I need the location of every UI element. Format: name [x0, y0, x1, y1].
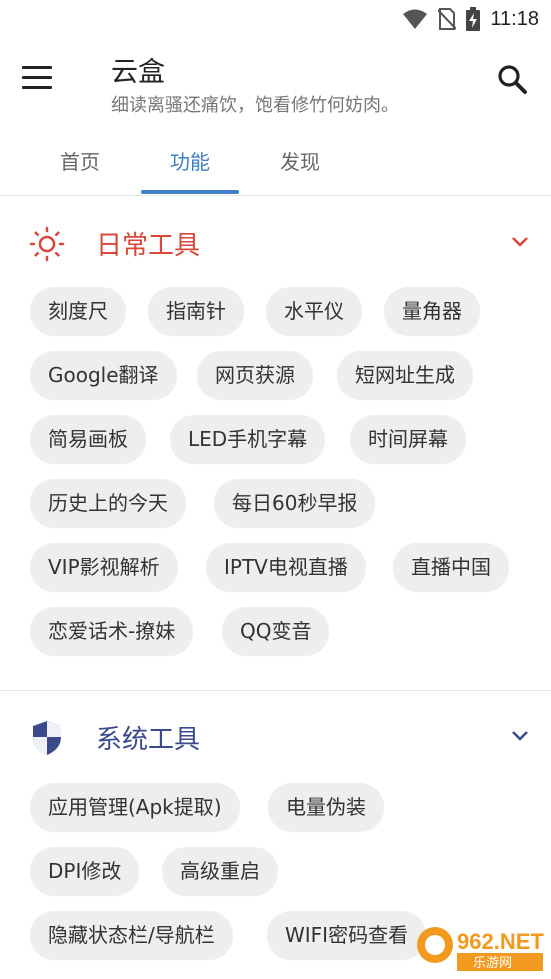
- chip-google-translate[interactable]: Google翻译: [30, 351, 177, 399]
- chip-qq-voice[interactable]: QQ变音: [222, 607, 330, 655]
- no-sim-icon: [438, 8, 457, 30]
- chip-web-source[interactable]: 网页获源: [197, 351, 313, 399]
- app-bar: 云盒 细读离骚还痛饮，饱看修竹何妨肉。: [0, 38, 551, 126]
- search-icon: [498, 65, 527, 94]
- chip-protractor[interactable]: 量角器: [384, 287, 480, 335]
- section-daily-tools: 日常工具 刻度尺 指南针 水平仪 量角器 Google翻译 网页获源 短网址生成…: [0, 197, 551, 655]
- app-title: 云盒: [111, 57, 165, 88]
- section-header-system-tools[interactable]: 系统工具: [0, 693, 551, 783]
- section-title-system-tools: 系统工具: [96, 725, 201, 755]
- section-header-daily-tools[interactable]: 日常工具: [0, 197, 551, 287]
- chip-led-subtitle[interactable]: LED手机字幕: [170, 415, 326, 463]
- search-button[interactable]: [495, 62, 531, 98]
- chip-level[interactable]: 水平仪: [266, 287, 362, 335]
- status-bar: 11:18: [0, 0, 551, 38]
- chip-app-manager[interactable]: 应用管理(Apk提取): [30, 783, 240, 831]
- menu-button[interactable]: [22, 66, 62, 96]
- sun-icon: [29, 226, 65, 262]
- section-system-tools: 系统工具 应用管理(Apk提取) 电量伪装 DPI修改 高级重启 隐藏状态栏/导…: [0, 693, 551, 959]
- tab-features[interactable]: 功能: [140, 146, 240, 175]
- tab-discover[interactable]: 发现: [250, 146, 350, 175]
- chip-advanced-reboot[interactable]: 高级重启: [162, 847, 278, 895]
- chevron-down-icon[interactable]: [511, 235, 529, 249]
- battery-charging-icon: [466, 7, 481, 31]
- chip-drawing-board[interactable]: 简易画板: [30, 415, 146, 463]
- chip-short-url[interactable]: 短网址生成: [337, 351, 473, 399]
- chip-daily-news[interactable]: 每日60秒早报: [214, 479, 376, 527]
- chip-compass[interactable]: 指南针: [148, 287, 244, 335]
- tab-home[interactable]: 首页: [30, 146, 130, 175]
- tab-bar: 首页 功能 发现: [0, 126, 551, 196]
- chip-love-talk[interactable]: 恋爱话术-撩妹: [30, 607, 194, 655]
- svg-text:乐游网: 乐游网: [473, 956, 512, 971]
- chip-hide-bars[interactable]: 隐藏状态栏/导航栏: [30, 911, 233, 959]
- shield-icon: [33, 721, 61, 755]
- chip-iptv[interactable]: IPTV电视直播: [206, 543, 366, 591]
- menu-icon: [22, 66, 52, 69]
- chip-battery-fake[interactable]: 电量伪装: [268, 783, 384, 831]
- chip-ruler[interactable]: 刻度尺: [30, 287, 126, 335]
- chevron-down-icon[interactable]: [511, 729, 529, 743]
- watermark-logo: 962.NET 乐游网: [417, 927, 544, 971]
- chip-live-china[interactable]: 直播中国: [393, 543, 509, 591]
- tab-indicator: [141, 190, 239, 194]
- chip-history-today[interactable]: 历史上的今天: [30, 479, 186, 527]
- chip-vip-video[interactable]: VIP影视解析: [30, 543, 178, 591]
- chip-wifi-password[interactable]: WIFI密码查看: [267, 911, 427, 959]
- wifi-icon: [403, 9, 428, 29]
- status-icons: 11:18: [402, 7, 539, 31]
- chip-time-screen[interactable]: 时间屏幕: [350, 415, 466, 463]
- section-title-daily-tools: 日常工具: [96, 231, 201, 261]
- section-divider: [0, 690, 551, 691]
- chip-dpi[interactable]: DPI修改: [30, 847, 140, 895]
- svg-text:962.NET: 962.NET: [457, 929, 544, 954]
- app-subtitle: 细读离骚还痛饮，饱看修竹何妨肉。: [111, 95, 399, 116]
- status-time: 11:18: [490, 7, 539, 30]
